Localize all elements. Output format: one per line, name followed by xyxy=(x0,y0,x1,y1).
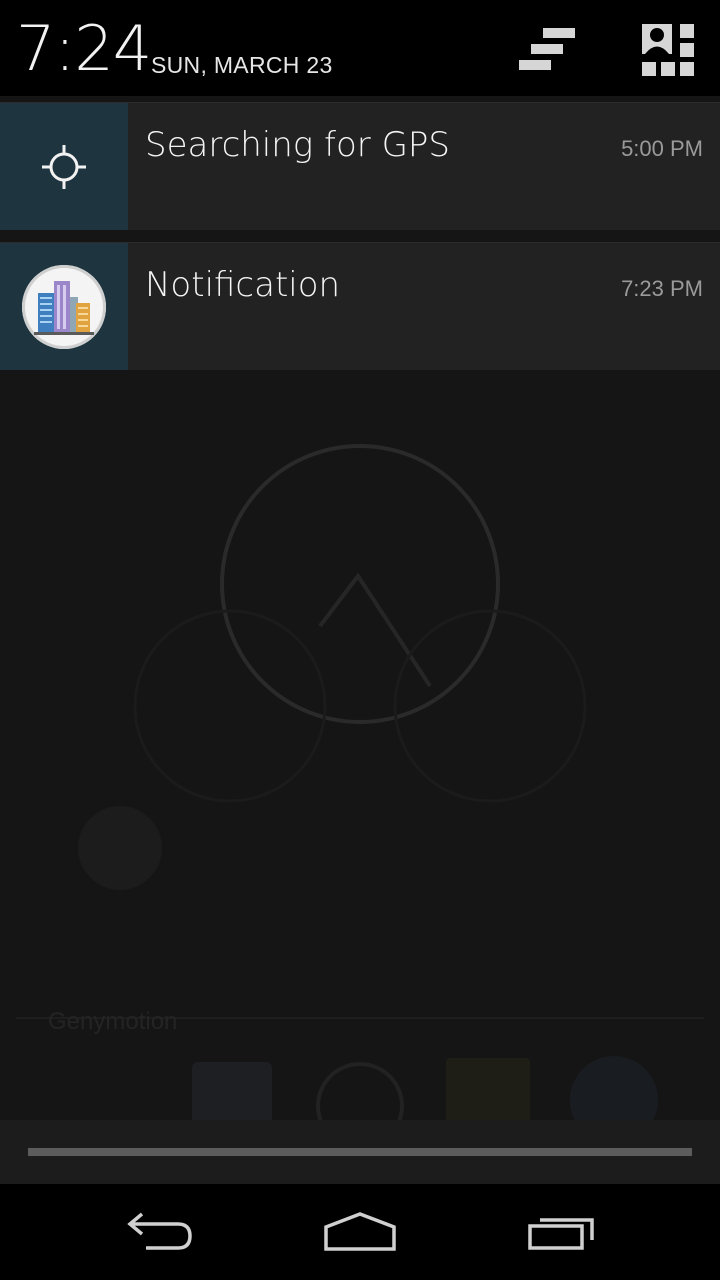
gps-crosshair-icon xyxy=(42,144,86,189)
clear-all-button[interactable] xyxy=(510,14,582,86)
home-app-label: Genymotion xyxy=(48,1008,178,1035)
back-arrow-icon xyxy=(127,1212,192,1250)
home-icon xyxy=(324,1212,396,1251)
notification-icon-box xyxy=(0,243,128,370)
notification-title: Notification xyxy=(145,265,341,305)
shade-header: 7:24 SUN, MARCH 23 xyxy=(0,0,720,96)
clock: 7:24 xyxy=(16,12,152,85)
back-button[interactable] xyxy=(100,1194,220,1270)
date: SUN, MARCH 23 xyxy=(151,52,333,78)
notification-time: 5:00 PM xyxy=(621,136,703,161)
quick-settings-button[interactable] xyxy=(632,14,704,86)
clear-all-icon xyxy=(519,28,575,70)
notification-shade-screen: Genymotion 7:24 SUN, MARCH 23 Searching … xyxy=(0,0,720,1280)
navigation-bar xyxy=(0,1184,720,1280)
notification-app[interactable]: Notification 7:23 PM xyxy=(0,242,720,370)
app-badge xyxy=(22,264,106,349)
quick-settings-icon xyxy=(642,24,694,76)
notification-icon-box xyxy=(0,103,128,230)
home-button[interactable] xyxy=(300,1194,420,1270)
shade-handle-bar[interactable] xyxy=(28,1148,692,1156)
notification-title: Searching for GPS xyxy=(145,125,451,165)
notification-gps[interactable]: Searching for GPS 5:00 PM xyxy=(0,102,720,230)
notification-time: 7:23 PM xyxy=(621,276,703,301)
recent-apps-button[interactable] xyxy=(502,1194,622,1270)
shade-handle-area[interactable] xyxy=(0,1120,720,1184)
buildings-icon xyxy=(34,280,94,335)
recent-apps-icon xyxy=(528,1218,594,1250)
